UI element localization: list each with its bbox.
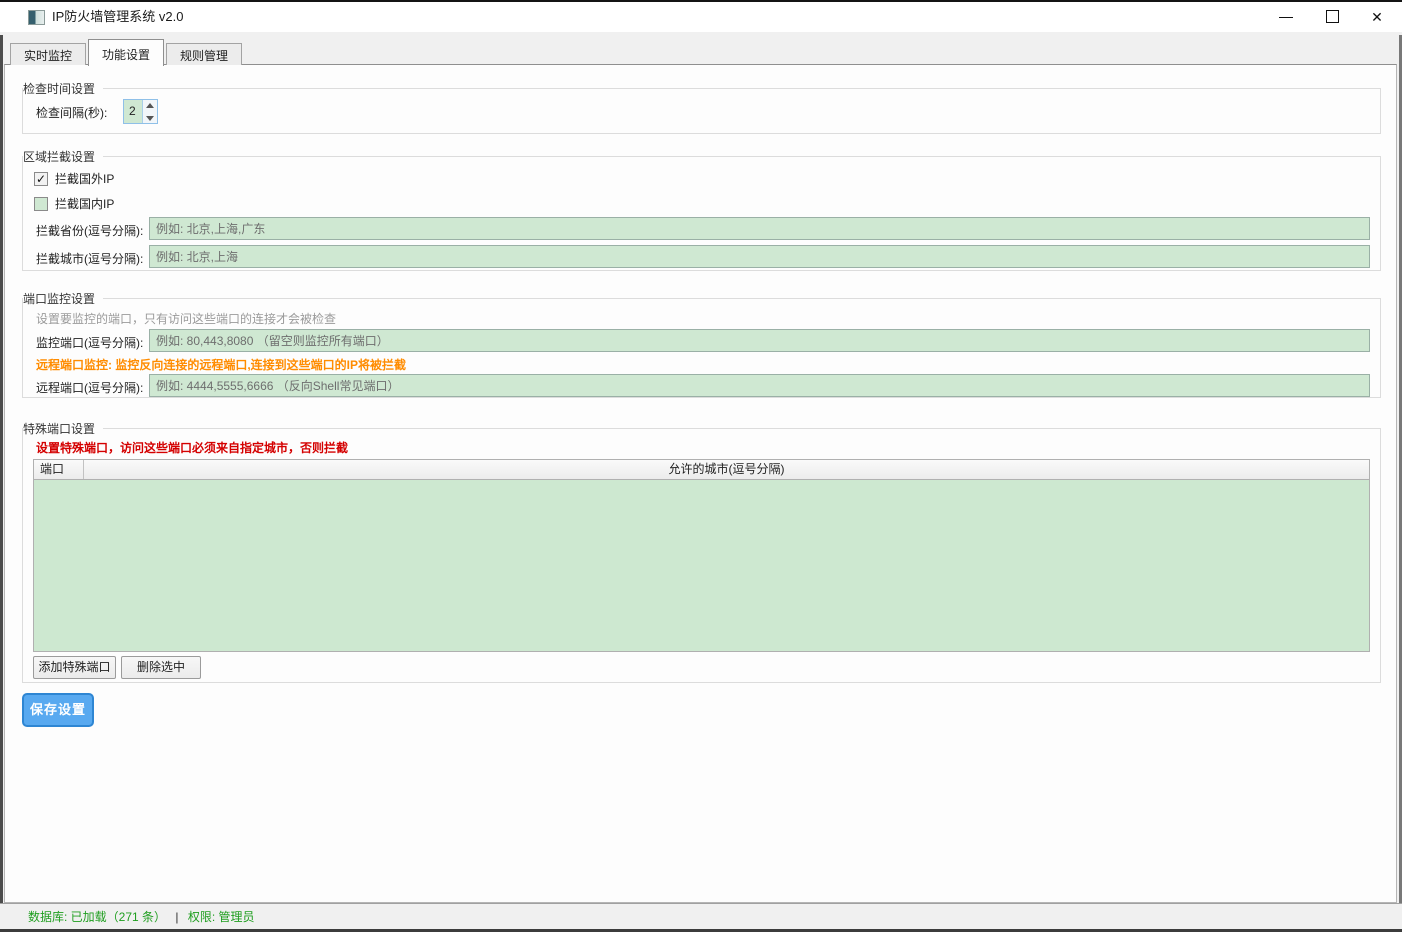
maximize-icon xyxy=(1326,10,1339,23)
tab-realtime-monitor[interactable]: 实时监控 xyxy=(10,43,86,65)
tab-bar: 实时监控 功能设置 规则管理 xyxy=(10,39,244,65)
spinner-buttons xyxy=(142,100,157,123)
tab-rule-management[interactable]: 规则管理 xyxy=(166,43,242,65)
status-divider: | xyxy=(169,910,184,924)
interval-label: 检查间隔(秒): xyxy=(36,104,107,121)
app-window: IP防火墙管理系统 v2.0 ✕ 实时监控 功能设置 规则管理 检查时间设置 检… xyxy=(0,0,1402,932)
status-text: 数据库: 已加载（271 条） | 权限: 管理员 xyxy=(28,904,255,930)
delete-selected-button[interactable]: 删除选中 xyxy=(121,656,201,679)
block-province-label: 拦截省份(逗号分隔): xyxy=(36,222,143,239)
group-port-monitor: 端口监控设置 设置要监控的端口，只有访问这些端口的连接才会被检查 监控端口(逗号… xyxy=(22,298,1381,398)
remote-port-input[interactable] xyxy=(149,374,1370,397)
spin-down-button[interactable] xyxy=(143,112,157,124)
group-region-block-legend: 区域拦截设置 xyxy=(23,148,103,165)
block-province-input[interactable] xyxy=(149,217,1370,240)
window-left-border xyxy=(0,35,3,929)
special-port-table-header: 端口 允许的城市(逗号分隔) xyxy=(34,460,1369,480)
monitor-port-label: 监控端口(逗号分隔): xyxy=(36,334,143,351)
status-database: 数据库: 已加载（271 条） xyxy=(28,910,166,924)
remote-port-warning: 远程端口监控: 监控反向连接的远程端口,连接到这些端口的IP将被拦截 xyxy=(36,356,406,373)
checkbox-block-domestic-ip[interactable]: 拦截国内IP xyxy=(34,195,114,212)
group-special-port: 特殊端口设置 设置特殊端口，访问这些端口必须来自指定城市，否则拦截 端口 允许的… xyxy=(22,428,1381,683)
group-check-time: 检查时间设置 检查间隔(秒): 2 xyxy=(22,88,1381,134)
monitor-port-input[interactable] xyxy=(149,329,1370,352)
status-bar: 数据库: 已加载（271 条） | 权限: 管理员 xyxy=(0,903,1402,929)
spin-up-button[interactable] xyxy=(143,100,157,112)
interval-value[interactable]: 2 xyxy=(124,100,142,123)
special-port-warning: 设置特殊端口，访问这些端口必须来自指定城市，否则拦截 xyxy=(36,439,348,456)
spin-down-icon xyxy=(146,116,154,121)
group-check-time-legend: 检查时间设置 xyxy=(23,80,103,97)
block-city-input[interactable] xyxy=(149,245,1370,268)
block-city-label: 拦截城市(逗号分隔): xyxy=(36,250,143,267)
column-header-port: 端口 xyxy=(34,460,84,479)
port-monitor-hint: 设置要监控的端口，只有访问这些端口的连接才会被检查 xyxy=(36,310,336,327)
group-port-monitor-legend: 端口监控设置 xyxy=(23,290,103,307)
close-icon: ✕ xyxy=(1360,2,1394,32)
maximize-button[interactable] xyxy=(1316,2,1350,32)
save-settings-button[interactable]: 保存设置 xyxy=(22,693,94,727)
minimize-icon xyxy=(1279,17,1293,18)
checkbox-block-foreign-ip[interactable]: ✓ 拦截国外IP xyxy=(34,170,114,187)
tab-function-settings[interactable]: 功能设置 xyxy=(88,39,164,66)
special-port-table: 端口 允许的城市(逗号分隔) xyxy=(33,459,1370,652)
spin-up-icon xyxy=(146,103,154,108)
group-region-block: 区域拦截设置 ✓ 拦截国外IP 拦截国内IP 拦截省份(逗号分隔): 拦截城市(… xyxy=(22,156,1381,271)
minimize-button[interactable] xyxy=(1269,2,1303,32)
status-permission: 权限: 管理员 xyxy=(188,910,255,924)
checkbox-block-foreign-ip-label: 拦截国外IP xyxy=(55,170,114,187)
special-port-table-body[interactable] xyxy=(34,480,1369,652)
checkbox-block-domestic-ip-label: 拦截国内IP xyxy=(55,195,114,212)
close-button[interactable]: ✕ xyxy=(1360,2,1394,32)
group-special-port-legend: 特殊端口设置 xyxy=(23,420,103,437)
title-bar: IP防火墙管理系统 v2.0 ✕ xyxy=(0,2,1402,32)
add-special-port-button[interactable]: 添加特殊端口 xyxy=(33,656,116,679)
checkbox-checked-icon[interactable]: ✓ xyxy=(34,172,48,186)
interval-spinner[interactable]: 2 xyxy=(123,99,158,124)
column-header-allowed-cities: 允许的城市(逗号分隔) xyxy=(84,460,1369,479)
checkbox-unchecked-icon[interactable] xyxy=(34,197,48,211)
remote-port-label: 远程端口(逗号分隔): xyxy=(36,379,143,396)
app-icon xyxy=(28,10,45,25)
window-title: IP防火墙管理系统 v2.0 xyxy=(52,2,183,32)
